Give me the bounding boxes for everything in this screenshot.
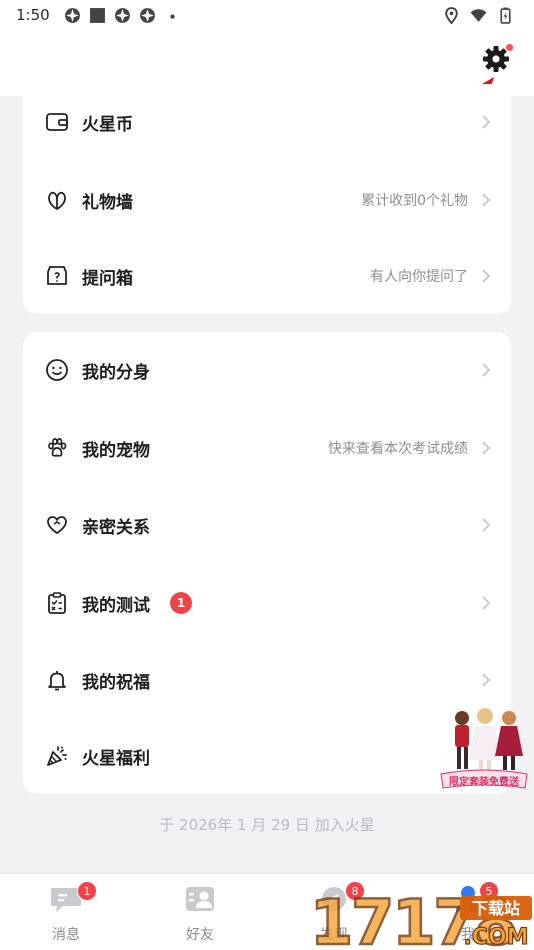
menu-row-gift-wall[interactable]: 礼物墙 累计收到0个礼物 (23, 170, 511, 230)
promo-sticker: 限定套装免费送 (440, 708, 528, 789)
tab-friends[interactable]: 好友 (155, 874, 245, 950)
gallery-notification-icon (89, 7, 105, 23)
wifi-icon (470, 8, 487, 22)
chevron-right-icon (482, 441, 491, 455)
watermark-tag-text: 下载站 (472, 899, 520, 918)
battery-icon (500, 7, 511, 24)
menu-row-intimate-relations[interactable]: 亲密关系 (23, 495, 511, 555)
friends-icon (186, 887, 214, 911)
chevron-right-icon (482, 673, 491, 687)
menu-label: 我的分身 (82, 362, 150, 383)
menu-row-pets[interactable]: 我的宠物 快来查看本次考试成绩 (23, 418, 511, 478)
status-bar: 1:50 (0, 0, 534, 30)
menu-row-question-box[interactable]: 提问箱 有人向你提问了 (23, 246, 511, 306)
app-notification-icon-2 (114, 7, 130, 23)
menu-label: 火星福利 (82, 748, 150, 769)
more-notifications-icon (170, 13, 175, 19)
chevron-right-icon (482, 518, 491, 532)
chevron-right-icon (482, 115, 491, 129)
menu-label: 我的宠物 (82, 440, 150, 461)
tab-label: 好友 (186, 927, 214, 943)
location-icon (445, 6, 458, 24)
tab-messages[interactable]: 1 消息 (21, 874, 111, 950)
status-time: 1:50 (16, 6, 50, 24)
join-date-text: 于 2026年 1 月 29 日 加入火星 (159, 816, 375, 834)
chevron-right-icon (482, 269, 491, 283)
watermark-com-text: .COM (463, 925, 528, 950)
menu-row-my-tests[interactable]: 我的测试 1 (23, 573, 511, 633)
party-popper-icon (47, 746, 67, 766)
site-watermark-logo: 17178 下载站 .COM (309, 885, 532, 950)
menu-label: 提问箱 (82, 268, 133, 289)
chevron-right-icon (482, 193, 491, 207)
tab-label: 消息 (52, 927, 80, 943)
menu-label: 我的祝福 (82, 672, 150, 693)
wallet-icon (46, 113, 68, 131)
wallet-gifts-card: 火星币 礼物墙 累计收到0个礼物 提问箱 有人向你提问了 (23, 84, 511, 314)
test-count-badge: 1 (170, 592, 192, 614)
menu-row-avatar-clone[interactable]: 我的分身 (23, 340, 511, 400)
gift-wall-icon (48, 191, 66, 211)
settings-notification-dot (506, 44, 513, 51)
app-notification-icon (64, 7, 80, 23)
settings-button[interactable] (481, 44, 513, 74)
menu-row-mars-coins[interactable]: 火星币 (23, 92, 511, 152)
messages-badge: 1 (77, 881, 97, 901)
question-box-icon (47, 266, 67, 285)
menu-hint: 快来查看本次考试成绩 (328, 441, 468, 457)
chevron-right-icon (482, 596, 491, 610)
paw-icon (48, 438, 67, 457)
clipboard-check-icon (48, 592, 66, 614)
menu-hint: 累计收到0个礼物 (361, 193, 468, 209)
menu-label: 我的测试 (82, 595, 150, 616)
app-notification-icon-3 (139, 7, 155, 23)
menu-label: 亲密关系 (82, 517, 150, 538)
heart-link-icon (47, 516, 67, 535)
promo-banner-text: 限定套装免费送 (449, 775, 520, 788)
menu-label: 火星币 (82, 114, 133, 135)
chevron-right-icon (482, 363, 491, 377)
menu-label: 礼物墙 (82, 192, 133, 213)
smile-icon (46, 359, 68, 381)
menu-row-blessings[interactable]: 我的祝福 (23, 650, 511, 710)
bell-wish-icon (48, 671, 66, 691)
menu-hint: 有人向你提问了 (370, 269, 468, 285)
